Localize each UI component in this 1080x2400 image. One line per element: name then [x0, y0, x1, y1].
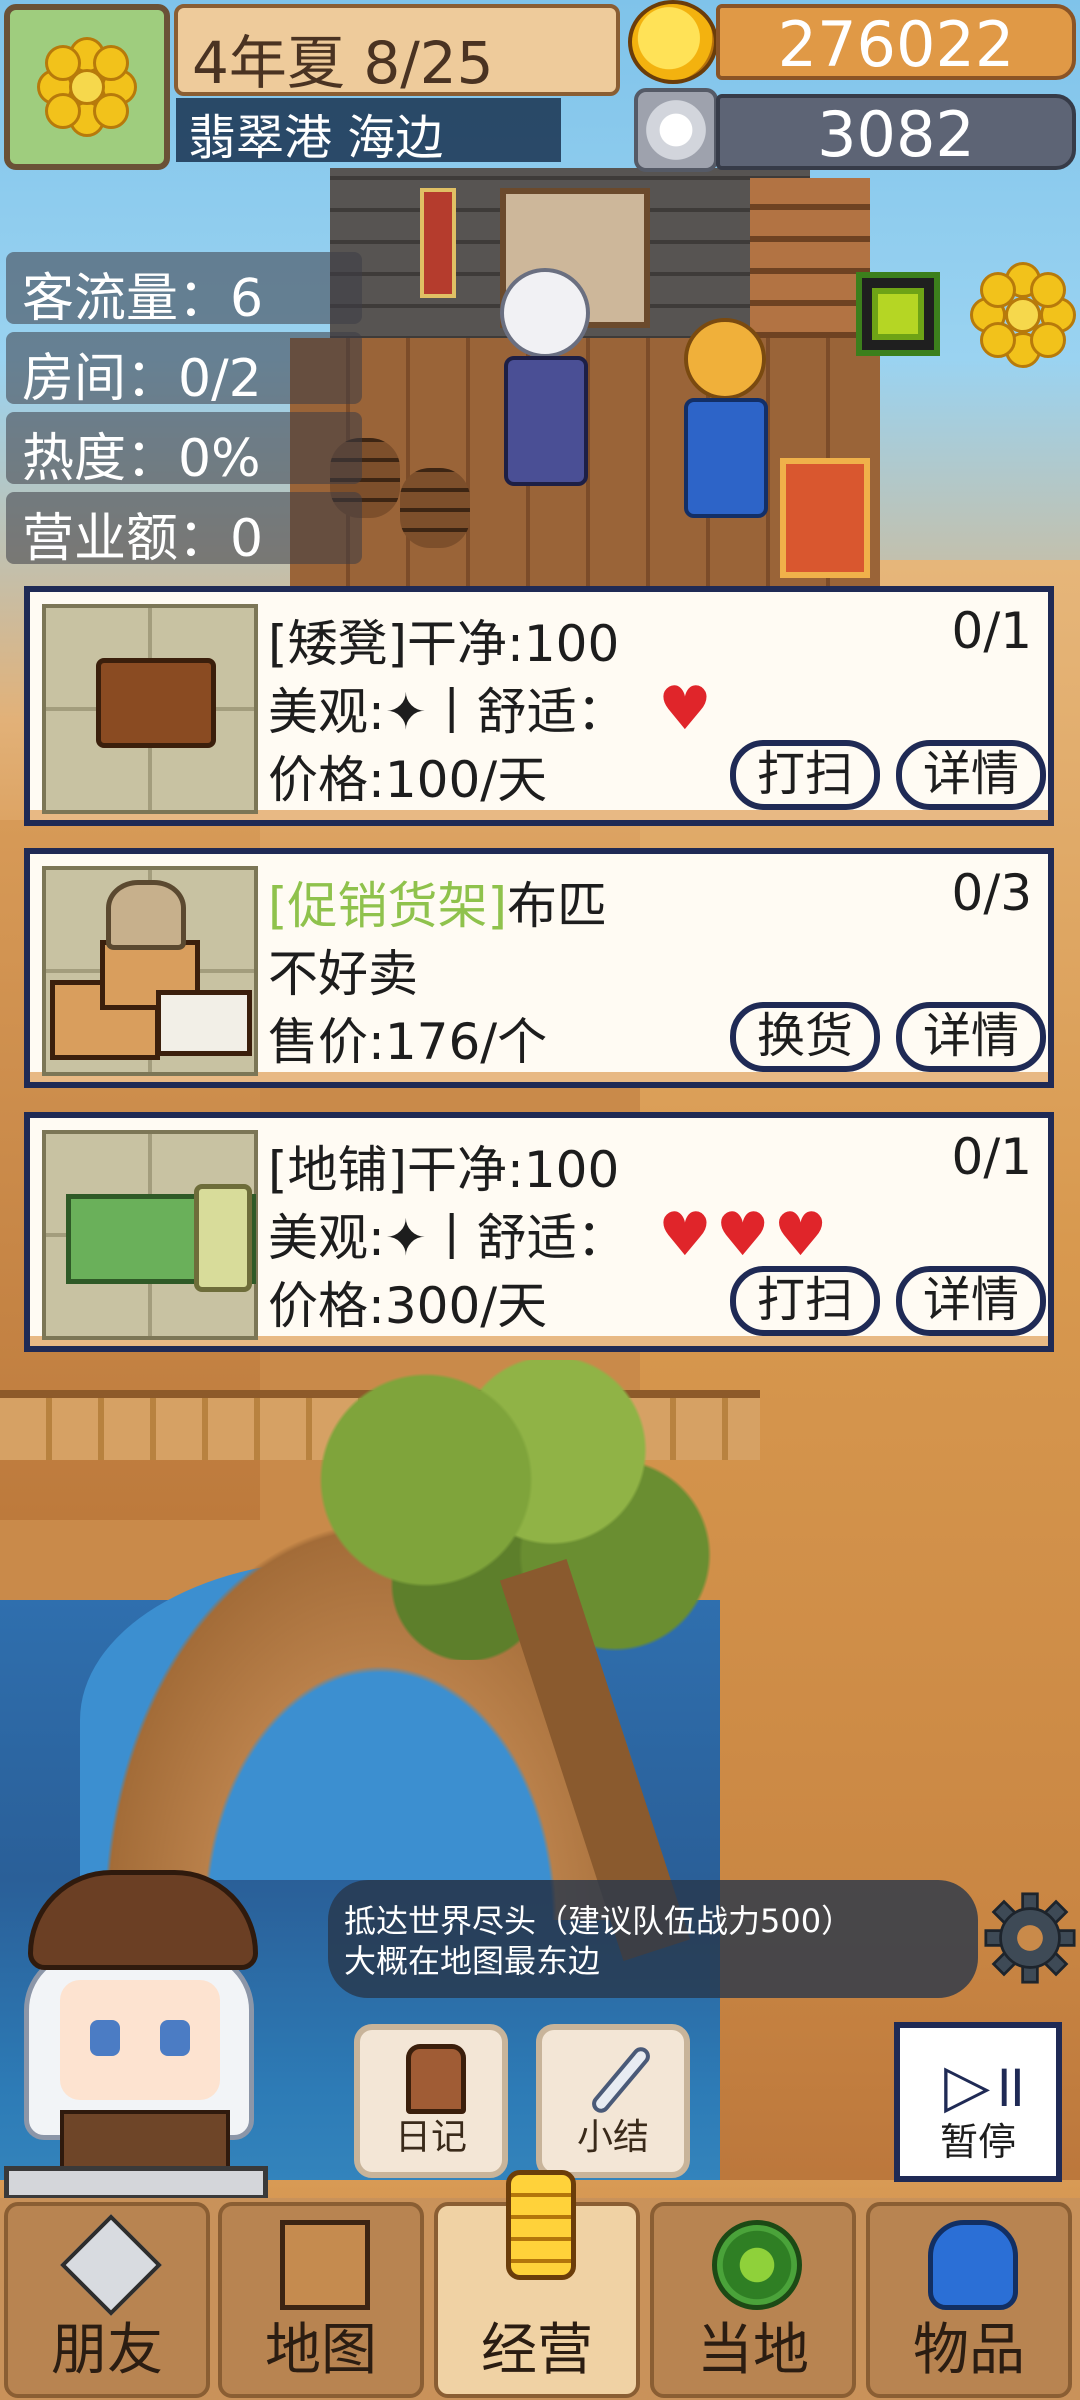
tab-label: 当地	[697, 2318, 809, 2383]
bag-icon	[928, 2220, 1018, 2310]
summary-label: 小结	[576, 2117, 649, 2158]
shield-icon	[60, 2214, 162, 2316]
card-price: 价格:300/天	[268, 1277, 548, 1335]
details-button[interactable]: 详情	[896, 740, 1046, 810]
tab-business[interactable]: 经营	[434, 2170, 640, 2398]
bottom-nav: 朋友 地图 经营 当地 物品	[0, 2170, 1080, 2400]
floor-bed-thumbnail	[42, 1130, 258, 1340]
tab-map[interactable]: 地图	[218, 2202, 424, 2398]
tab-friends[interactable]: 朋友	[4, 2202, 210, 2398]
coin-stack-icon	[506, 2170, 576, 2280]
card-title: [促销货架]布匹	[268, 866, 607, 938]
tab-label: 物品	[913, 2318, 1025, 2383]
tree-foliage	[300, 1360, 720, 1660]
gold-amount: 276022	[777, 8, 1015, 81]
map-icon	[280, 2220, 370, 2310]
red-rug	[780, 458, 870, 578]
diary-icon	[406, 2044, 466, 2114]
details-button[interactable]: 详情	[896, 1002, 1046, 1072]
emblem-icon	[712, 2220, 802, 2310]
facility-card-floor-bed[interactable]: [地铺]干净:100 0/1 美观:✦丨舒适： ♥♥♥ 价格:300/天 打扫 …	[24, 1112, 1054, 1352]
card-stats: 美观:✦丨舒适：	[268, 683, 627, 741]
quest-line-2: 大概在地图最东边	[344, 1942, 601, 1980]
tab-label: 地图	[265, 2318, 377, 2383]
tab-label: 朋友	[51, 2318, 163, 2383]
shopkeeper-character[interactable]	[490, 268, 600, 498]
flower-icon[interactable]	[970, 262, 1076, 368]
shelf-thumbnail	[42, 866, 258, 1076]
npc-guide-portrait[interactable]	[0, 1870, 270, 2170]
gold-counter: 276022	[716, 4, 1076, 81]
stool-thumbnail	[42, 604, 258, 814]
gear-icon[interactable]	[984, 1892, 1076, 1984]
details-button[interactable]: 详情	[896, 1266, 1046, 1336]
diary-button[interactable]: 日记	[354, 2024, 508, 2178]
wall-banner	[420, 188, 456, 298]
card-count: 0/1	[951, 602, 1032, 660]
location-text: 翡翠港 海边	[188, 110, 444, 166]
crate-icon	[156, 990, 252, 1056]
cloth-bundle-icon	[106, 880, 186, 950]
tab-label: 经营	[481, 2318, 593, 2383]
silver-amount: 3082	[817, 98, 975, 171]
stool-icon	[96, 658, 216, 748]
customer-character[interactable]	[670, 318, 780, 528]
diary-label: 日记	[394, 2117, 467, 2158]
stat-rooms: 房间：0/2	[6, 332, 362, 409]
clean-button[interactable]: 打扫	[730, 1266, 880, 1336]
swap-goods-button[interactable]: 换货	[730, 1002, 880, 1072]
quest-hint-bubble[interactable]: 抵达世界尽头（建议队伍战力500） 大概在地图最东边	[328, 1880, 978, 1998]
stat-customer-flow: 客流量：6	[6, 252, 362, 329]
promo-tag: [促销货架]	[268, 877, 508, 935]
card-count: 0/1	[951, 1128, 1032, 1186]
card-count: 0/3	[951, 864, 1032, 922]
cap-icon	[28, 1870, 258, 1970]
pillow-icon	[194, 1184, 252, 1292]
tab-local[interactable]: 当地	[650, 2202, 856, 2398]
pause-label: 暂停	[939, 2120, 1016, 2164]
clean-button[interactable]: 打扫	[730, 740, 880, 810]
goods-name: 布匹	[507, 877, 608, 935]
card-title: [地铺]干净:100	[268, 1141, 620, 1199]
date-display: 4年夏 8/25	[174, 4, 620, 97]
tab-items[interactable]: 物品	[866, 2202, 1072, 2398]
facility-card-shelf[interactable]: [促销货架]布匹 0/3 不好卖 售价:176/个 换货 详情	[24, 848, 1054, 1088]
player-avatar[interactable]	[4, 4, 170, 170]
date-text: 4年夏 8/25	[192, 29, 494, 97]
summary-button[interactable]: 小结	[536, 2024, 690, 2178]
flower-icon	[37, 37, 137, 137]
progress-bar	[4, 2166, 268, 2200]
stat-popularity: 热度：0%	[6, 412, 362, 489]
comfort-hearts: ♥	[658, 674, 716, 744]
sales-status: 不好卖	[268, 945, 418, 1003]
barrel	[400, 468, 470, 548]
location-display: 翡翠港 海边	[176, 98, 561, 166]
facility-card-stool[interactable]: [矮凳]干净:100 0/1 美观:✦丨舒适： ♥ 价格:100/天 打扫 详情	[24, 586, 1054, 826]
stat-revenue: 营业额：0	[6, 492, 362, 569]
quill-icon	[588, 2043, 654, 2117]
silver-counter: 3082	[716, 94, 1076, 171]
card-price: 价格:100/天	[268, 751, 548, 809]
shop-room-scene[interactable]	[290, 168, 880, 588]
silver-coin-icon	[634, 88, 718, 172]
card-stats: 美观:✦丨舒适：	[268, 1209, 627, 1267]
comfort-hearts: ♥♥♥	[658, 1200, 832, 1270]
gold-coin-icon	[628, 0, 718, 84]
card-title: [矮凳]干净:100	[268, 615, 620, 673]
quest-gem-icon[interactable]	[856, 272, 940, 356]
pause-button[interactable]: ▷॥ 暂停	[894, 2022, 1062, 2182]
card-price: 售价:176/个	[268, 1013, 548, 1071]
